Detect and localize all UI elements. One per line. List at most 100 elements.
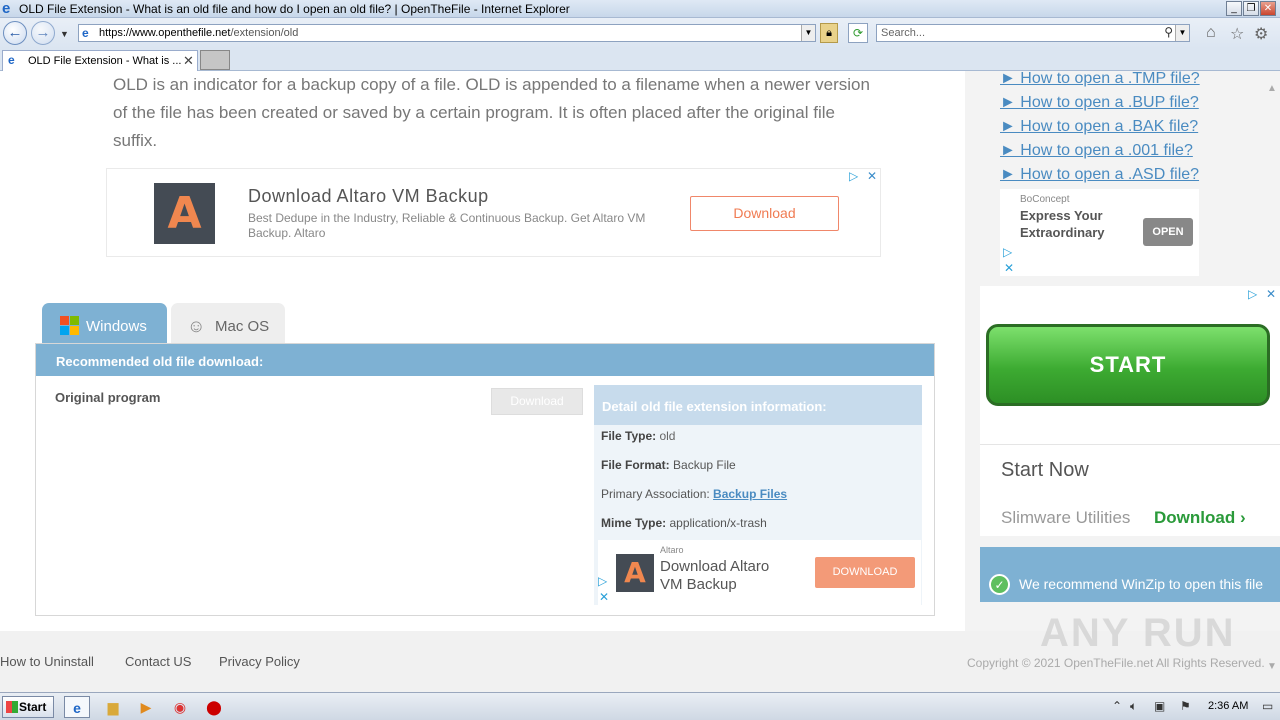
- close-window-button[interactable]: ✕: [1260, 1, 1276, 16]
- howto-link-bak[interactable]: ► How to open a .BAK file?: [1000, 118, 1198, 136]
- clock[interactable]: 2:36 AM: [1208, 700, 1248, 712]
- footer-link-uninstall[interactable]: How to Uninstall: [0, 654, 94, 669]
- gear-icon[interactable]: ⚙: [1254, 24, 1268, 44]
- title-bar: e OLD File Extension - What is an old fi…: [0, 0, 1280, 18]
- address-dropdown-icon[interactable]: ▼: [801, 25, 815, 41]
- ie-logo-icon: e: [2, 0, 11, 17]
- file-type-row: File Type: old: [601, 429, 676, 443]
- ad3-title[interactable]: Express Your Extraordinary: [1020, 207, 1140, 241]
- taskbar-media-player-icon[interactable]: ▶: [133, 696, 159, 718]
- refresh-icon[interactable]: ⟳: [848, 23, 868, 43]
- ad-download-button[interactable]: Download: [690, 196, 839, 231]
- anyrun-watermark: ANY RUN: [1040, 611, 1236, 655]
- slimware-download-link[interactable]: Download ›: [1154, 508, 1246, 528]
- search-dropdown-icon[interactable]: ▼: [1175, 25, 1189, 41]
- action-center-flag-icon[interactable]: ⚑: [1180, 699, 1191, 713]
- page-scrollbar[interactable]: ▲ ▼: [1264, 71, 1280, 692]
- howto-link-tmp[interactable]: ► How to open a .TMP file?: [1000, 71, 1200, 88]
- window-title: OLD File Extension - What is an old file…: [19, 2, 570, 16]
- recommended-header-label: Recommended old file download:: [56, 354, 264, 369]
- winzip-label[interactable]: We recommend WinZip to open this file: [1019, 576, 1263, 592]
- ad3-brand: BoConcept: [1020, 194, 1070, 205]
- tab-windows-label: Windows: [86, 318, 147, 335]
- restore-button[interactable]: ❐: [1243, 1, 1259, 16]
- winzip-recommendation[interactable]: ✓ We recommend WinZip to open this file: [980, 547, 1280, 602]
- minimize-button[interactable]: _: [1226, 1, 1242, 16]
- ad-close-icon[interactable]: ✕: [599, 590, 609, 604]
- network-icon[interactable]: ▣: [1154, 699, 1165, 713]
- backup-files-link[interactable]: Backup Files: [713, 487, 787, 501]
- tab-close-icon[interactable]: ✕: [183, 53, 194, 69]
- recommended-download-panel: Recommended old file download: Original …: [35, 343, 935, 616]
- volume-icon[interactable]: 🔈︎: [1130, 699, 1137, 714]
- howto-link-asd[interactable]: ► How to open a .ASD file?: [1000, 166, 1199, 184]
- altaro-logo-small-icon: A: [616, 554, 654, 592]
- detail-header-label: Detail old file extension information:: [602, 399, 827, 414]
- slimware-ad[interactable]: ▷ ✕ START Start Now Slimware Utilities D…: [980, 286, 1280, 536]
- lock-icon[interactable]: 🔒︎: [820, 23, 838, 43]
- page-icon: e: [82, 26, 89, 40]
- adchoices-icon[interactable]: ▷: [598, 574, 607, 588]
- program-download-button[interactable]: Download: [491, 388, 583, 415]
- original-program-label: Original program: [55, 390, 161, 405]
- history-dropdown-icon[interactable]: ▼: [60, 29, 69, 39]
- slimware-label: Slimware Utilities: [1001, 508, 1131, 527]
- start-label: Start: [19, 700, 47, 714]
- taskbar-chrome-icon[interactable]: ◉: [167, 696, 193, 718]
- tab-macos[interactable]: ☺ Mac OS: [171, 303, 285, 344]
- address-bar[interactable]: e https://www.openthefile.net/extension/…: [78, 24, 816, 42]
- mac-finder-icon: ☺: [187, 316, 206, 336]
- new-tab-button[interactable]: [200, 50, 230, 70]
- adchoices-icon[interactable]: ▷: [1248, 287, 1257, 301]
- search-input[interactable]: Search...: [881, 27, 925, 39]
- home-icon[interactable]: ⌂: [1206, 24, 1216, 42]
- ad-close-icon[interactable]: ✕: [867, 169, 877, 183]
- adchoices-icon[interactable]: ▷: [1003, 245, 1012, 259]
- recommended-header: Recommended old file download:: [36, 344, 934, 376]
- taskbar-explorer-icon[interactable]: ▆: [100, 696, 126, 718]
- tab-label: OLD File Extension - What is ...: [28, 55, 182, 67]
- tab-bar: e OLD File Extension - What is ... ✕: [0, 48, 1280, 71]
- start-button[interactable]: START: [986, 324, 1270, 406]
- adchoices-icon[interactable]: ▷: [849, 169, 858, 183]
- extension-detail-panel: Detail old file extension information: F…: [594, 385, 922, 605]
- taskbar-ie-icon[interactable]: e: [64, 696, 90, 718]
- copyright: Copyright © 2021 OpenTheFile.net All Rig…: [967, 656, 1265, 670]
- howto-link-001[interactable]: ► How to open a .001 file?: [1000, 142, 1193, 160]
- favorites-star-icon[interactable]: ☆: [1230, 24, 1244, 44]
- file-format-row: File Format: Backup File: [601, 458, 736, 472]
- scroll-down-icon[interactable]: ▼: [1267, 661, 1277, 672]
- ad-title[interactable]: Download Altaro VM Backup: [248, 186, 489, 207]
- forward-button[interactable]: →: [31, 21, 55, 45]
- ad-close-icon[interactable]: ✕: [1004, 261, 1014, 275]
- ad-body: Best Dedupe in the Industry, Reliable & …: [248, 211, 646, 240]
- search-icon[interactable]: ⚲: [1164, 25, 1173, 39]
- tab-active[interactable]: e OLD File Extension - What is ... ✕: [2, 50, 198, 71]
- address-url[interactable]: https://www.openthefile.net/extension/ol…: [99, 27, 298, 39]
- footer-link-privacy[interactable]: Privacy Policy: [219, 654, 300, 669]
- ad2-brand: Altaro: [660, 545, 684, 555]
- show-desktop-icon[interactable]: ▭: [1262, 699, 1273, 713]
- tray-expand-icon[interactable]: ⌃: [1112, 699, 1122, 713]
- check-icon: ✓: [989, 574, 1010, 595]
- back-button[interactable]: ←: [3, 21, 27, 45]
- detail-header: Detail old file extension information:: [594, 385, 922, 425]
- search-box[interactable]: Search... ⚲ ▼: [876, 24, 1190, 42]
- start-now-label[interactable]: Start Now: [1001, 459, 1089, 482]
- ad2-download-button[interactable]: DOWNLOAD: [815, 557, 915, 588]
- howto-link-bup[interactable]: ► How to open a .BUP file?: [1000, 94, 1199, 112]
- extension-description: OLD is an indicator for a backup copy of…: [113, 75, 870, 150]
- ad2-title[interactable]: Download Altaro VM Backup: [660, 558, 790, 594]
- scroll-up-icon[interactable]: ▲: [1267, 83, 1277, 94]
- boconcept-ad[interactable]: BoConcept Express Your Extraordinary OPE…: [1000, 189, 1199, 276]
- footer-link-contact[interactable]: Contact US: [125, 654, 191, 669]
- primary-association-row: Primary Association: Backup Files: [601, 487, 788, 501]
- start-menu-button[interactable]: Start: [2, 696, 54, 718]
- altaro-ad-banner[interactable]: A Download Altaro VM Backup Best Dedupe …: [106, 168, 881, 257]
- altaro-small-ad[interactable]: A Altaro Download Altaro VM Backup DOWNL…: [598, 540, 921, 605]
- mime-type-row: Mime Type: application/x-trash: [601, 516, 767, 530]
- tab-favicon-icon: e: [8, 53, 15, 67]
- ad3-open-button[interactable]: OPEN: [1143, 218, 1193, 246]
- tab-windows[interactable]: Windows: [42, 303, 167, 344]
- taskbar-antivirus-icon[interactable]: ⬤: [201, 696, 227, 718]
